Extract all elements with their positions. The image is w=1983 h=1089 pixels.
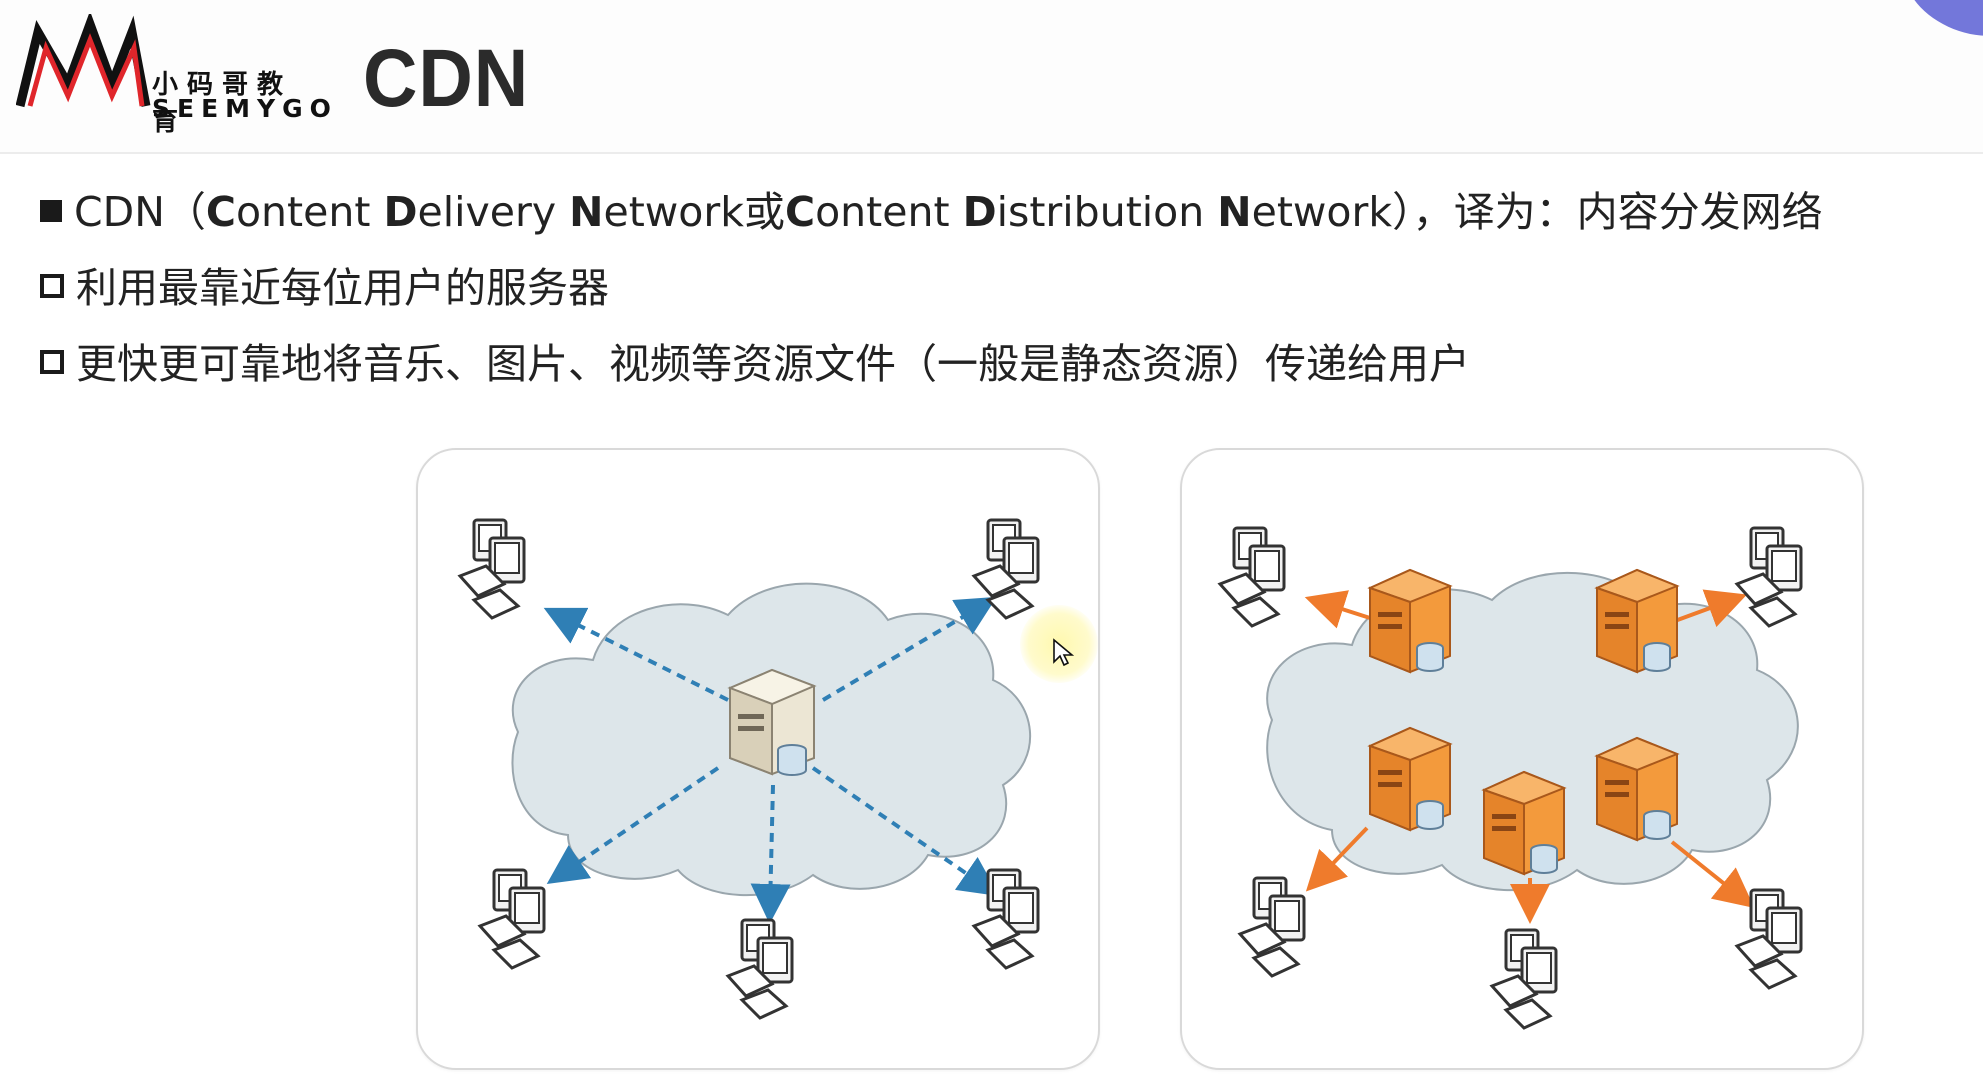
word-rest: elivery xyxy=(417,188,570,236)
bullet-list: CDN（Content Delivery Network或Content Dis… xyxy=(40,182,1960,410)
bold-letter: D xyxy=(383,188,418,236)
page-title: CDN xyxy=(363,33,530,124)
client-computer-icon xyxy=(726,918,794,1020)
diagram-single-server xyxy=(416,448,1100,1070)
bullet-suffix: ），译为：内容分发网络 xyxy=(1392,188,1823,236)
bullet-text: 利用最靠近每位用户的服务器 xyxy=(76,264,609,312)
slide-header: 小码哥教育 SEEMYGO CDN xyxy=(0,0,1983,154)
bullet-nearest-server: 利用最靠近每位用户的服务器 xyxy=(40,258,1960,334)
bold-letter: C xyxy=(785,188,816,236)
hollow-square-icon xyxy=(40,274,64,298)
brand-logo: 小码哥教育 SEEMYGO xyxy=(15,10,331,137)
client-computer-icon xyxy=(1238,876,1306,978)
word-rest: ontent xyxy=(815,188,963,236)
filled-square-icon xyxy=(40,200,62,222)
bullet-definition: CDN（Content Delivery Network或Content Dis… xyxy=(40,182,1960,258)
bullet-faster-delivery: 更快更可靠地将音乐、图片、视频等资源文件（一般是静态资源）传递给用户 xyxy=(40,334,1960,410)
origin-server-icon xyxy=(729,669,815,776)
edge-server-icon xyxy=(1369,569,1451,673)
hollow-square-icon xyxy=(40,350,64,374)
m-logo-icon xyxy=(15,10,151,108)
client-computer-icon xyxy=(972,868,1040,970)
client-computer-icon xyxy=(478,868,546,970)
bold-letter: N xyxy=(569,188,604,236)
edge-server-icon xyxy=(1369,727,1451,831)
edge-server-icon xyxy=(1596,737,1678,841)
mouse-cursor-icon xyxy=(1053,638,1074,667)
client-computer-icon xyxy=(1735,526,1803,628)
edge-server-icon xyxy=(1483,771,1565,875)
diagram-cdn-servers xyxy=(1180,448,1864,1070)
client-computer-icon xyxy=(458,518,526,620)
word-rest: istribution xyxy=(996,188,1218,236)
edge-server-icon xyxy=(1596,569,1678,673)
client-computer-icon xyxy=(1490,928,1558,1030)
cdn-diagram-svg xyxy=(1218,526,1803,1030)
word-rest: ontent xyxy=(235,188,384,236)
bullet-text: 更快更可靠地将音乐、图片、视频等资源文件（一般是静态资源）传递给用户 xyxy=(76,340,1470,388)
word-rest: etwork xyxy=(1251,188,1393,236)
client-computer-icon xyxy=(972,518,1040,620)
bold-letter: D xyxy=(962,188,997,236)
logo-en-text: SEEMYGO xyxy=(152,94,338,123)
client-computer-icon xyxy=(1218,526,1286,628)
bold-letter: C xyxy=(205,188,236,236)
word-rest: etwork或 xyxy=(603,188,785,236)
bold-letter: N xyxy=(1217,188,1252,236)
client-computer-icon xyxy=(1735,888,1803,990)
bullet-prefix: CDN（ xyxy=(74,188,206,236)
single-server-diagram-svg xyxy=(458,518,1040,1020)
corner-decoration xyxy=(1893,0,1983,53)
